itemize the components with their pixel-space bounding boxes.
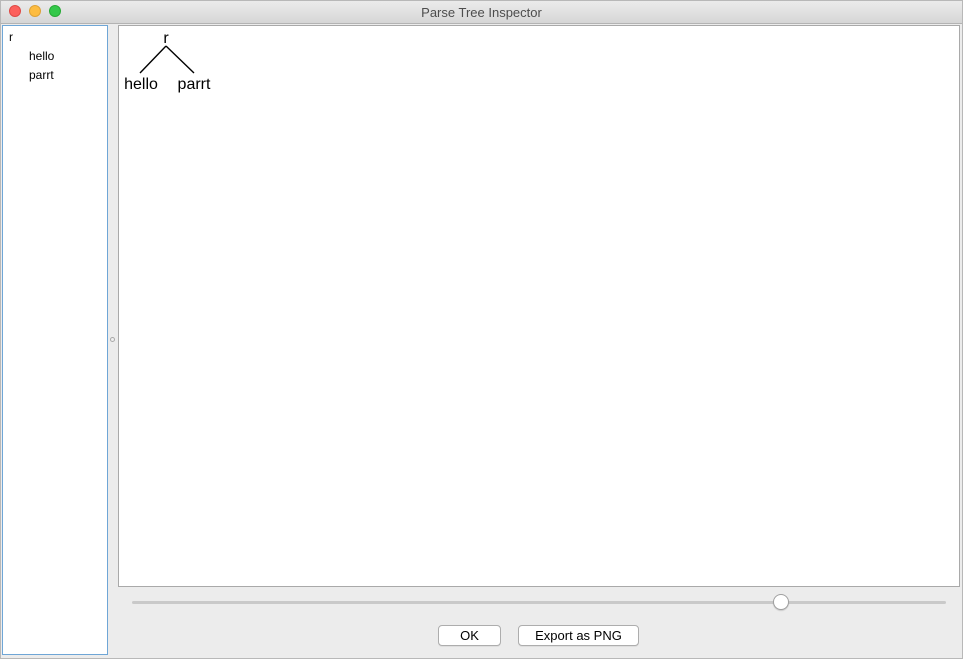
tree-node-child[interactable]: hello — [29, 49, 54, 63]
tree-view-panel[interactable]: r hello parrt — [2, 25, 108, 655]
export-png-button[interactable]: Export as PNG — [518, 625, 639, 646]
tree-node-label-hello: hello — [124, 76, 158, 93]
tree-edge-parrt — [165, 45, 195, 74]
tree-node-label-root: r — [163, 30, 169, 47]
ok-button[interactable]: OK — [438, 625, 501, 646]
title-bar[interactable]: Parse Tree Inspector — [1, 1, 962, 24]
parse-tree-drawing: r hello parrt — [124, 30, 211, 93]
parse-tree-canvas[interactable]: r hello parrt — [118, 25, 960, 587]
zoom-slider-thumb[interactable] — [773, 594, 789, 610]
tree-node-child[interactable]: parrt — [29, 68, 54, 82]
zoom-slider-track[interactable] — [132, 601, 946, 604]
tree-node-root[interactable]: r — [9, 30, 13, 44]
split-pane-divider-handle[interactable] — [110, 337, 115, 342]
tree-node-label-parrt: parrt — [178, 76, 211, 93]
tree-edge-hello — [139, 45, 167, 74]
window-title: Parse Tree Inspector — [421, 5, 542, 20]
parse-tree-inspector-window: Parse Tree Inspector r hello parrt r hel… — [0, 0, 963, 659]
